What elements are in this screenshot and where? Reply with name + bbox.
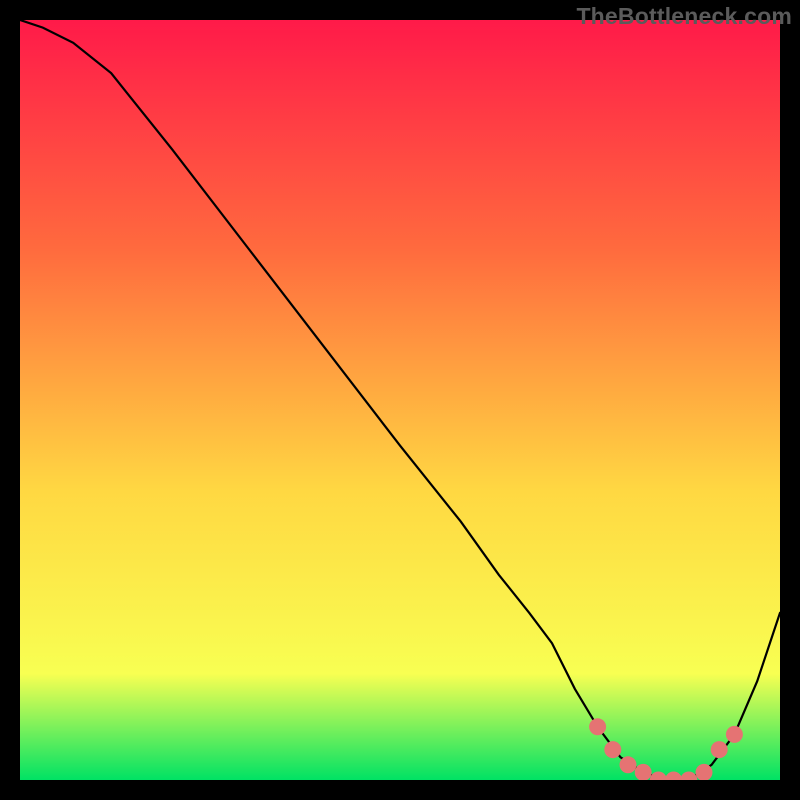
watermark-text: TheBottleneck.com [576, 3, 792, 30]
plot-area [20, 20, 780, 780]
chart-svg [20, 20, 780, 780]
marker-dot [589, 718, 606, 735]
marker-dot [604, 741, 621, 758]
marker-dot [711, 741, 728, 758]
marker-dot [726, 726, 743, 743]
marker-dot [620, 756, 637, 773]
gradient-background [20, 20, 780, 780]
chart-frame: TheBottleneck.com [0, 0, 800, 800]
